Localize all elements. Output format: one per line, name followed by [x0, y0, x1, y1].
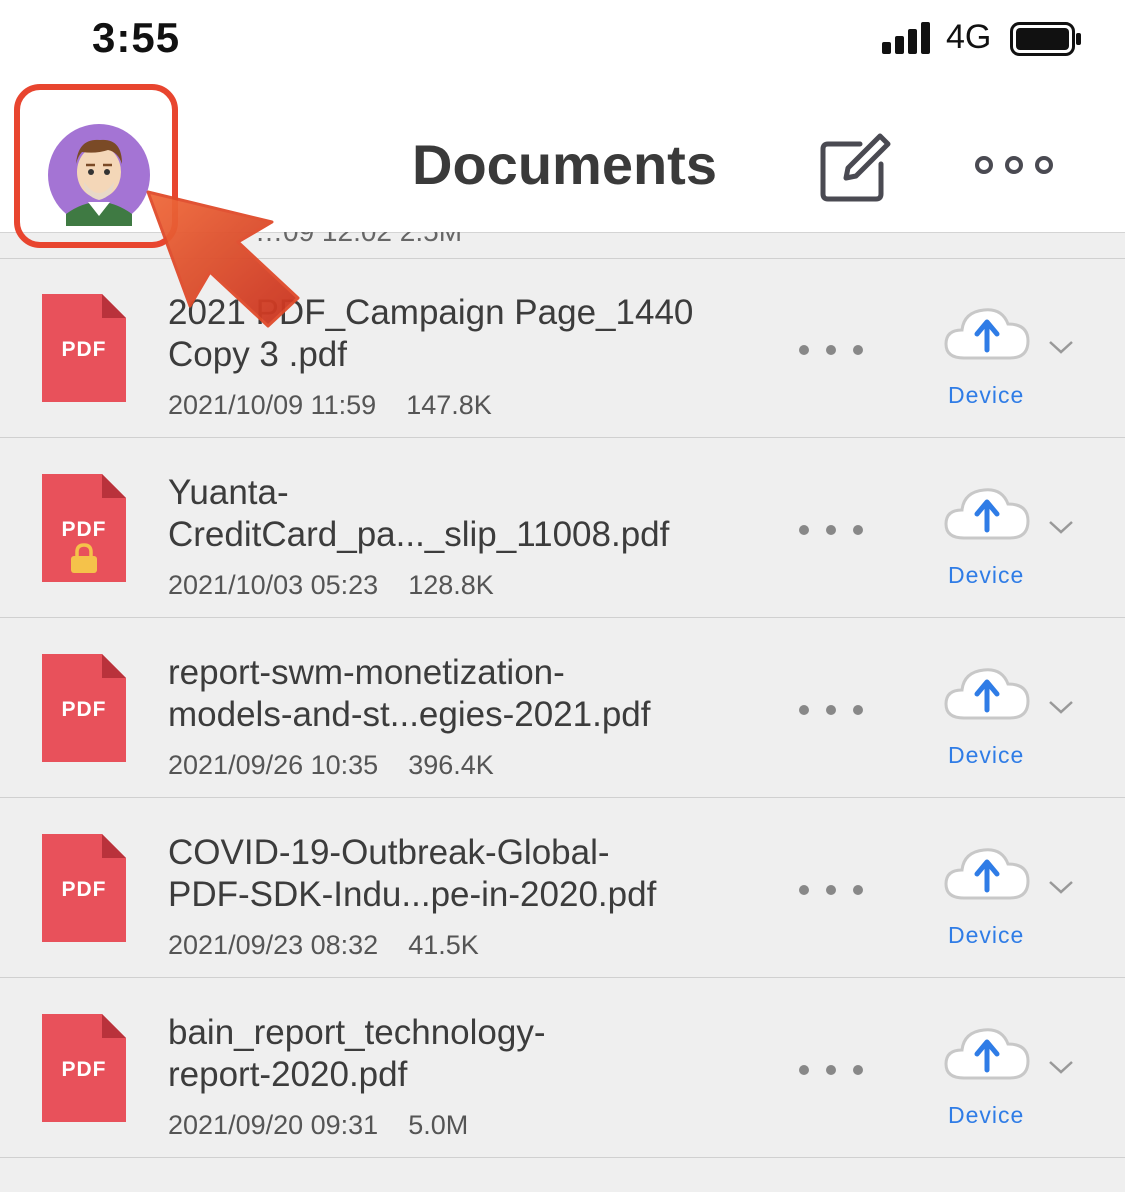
file-name: report-swm-monetization- models-and-st..…: [168, 653, 651, 734]
file-meta: 2021/09/23 08:32 41.5K: [168, 930, 479, 961]
file-date: 2021/09/20 09:31: [168, 1110, 379, 1140]
file-name: 2021 PDF_Campaign Page_1440 Copy 3 .pdf: [168, 293, 694, 374]
storage-location: Device: [948, 922, 1025, 948]
file-size: 5.0M: [408, 1110, 469, 1140]
file-row[interactable]: PDF Yuanta- CreditCard_pa..._slip_11008.…: [0, 438, 1125, 618]
file-row[interactable]: PDF report-swm-monetization- models-and-…: [0, 618, 1125, 798]
file-date: 2021/09/26 10:35: [168, 750, 379, 780]
file-meta: 2021/09/26 10:35 396.4K: [168, 750, 494, 781]
status-time: 3:55: [92, 14, 181, 61]
file-meta: 2021/09/20 09:31 5.0M: [168, 1110, 468, 1141]
row-more-icon[interactable]: [796, 342, 866, 358]
file-row[interactable]: PDF bain_report_technology- report-2020.…: [0, 978, 1125, 1158]
file-date: 2021/10/09 11:59: [168, 390, 377, 420]
file-list: PDF 2021 PDF_Campaign Page_1440 Copy 3 .…: [0, 258, 1125, 1158]
file-date: 2021/09/23 08:32: [168, 930, 379, 960]
network-type: 4G: [946, 18, 992, 56]
row-more-icon[interactable]: [796, 522, 866, 538]
file-row[interactable]: PDF 2021 PDF_Campaign Page_1440 Copy 3 .…: [0, 258, 1125, 438]
row-more-icon[interactable]: [796, 702, 866, 718]
file-meta: 2021/10/09 11:59 147.8K: [168, 390, 492, 421]
chevron-down-icon[interactable]: [1048, 338, 1074, 356]
file-date: 2021/10/03 05:23: [168, 570, 379, 600]
storage-location: Device: [948, 562, 1025, 588]
pdf-file-icon: PDF: [42, 654, 126, 762]
cloud-upload-icon[interactable]: [944, 846, 1030, 900]
pdf-file-icon: PDF: [42, 474, 126, 582]
file-size: 147.8K: [406, 390, 492, 420]
status-bar: 3:55 4G: [0, 0, 1125, 80]
nav-bar: Documents: [0, 80, 1125, 248]
file-row[interactable]: PDF COVID-19-Outbreak-Global- PDF-SDK-In…: [0, 798, 1125, 978]
pdf-file-icon: PDF: [42, 294, 126, 402]
account-button[interactable]: [14, 84, 184, 254]
file-size: 128.8K: [408, 570, 494, 600]
storage-location: Device: [948, 1102, 1025, 1128]
file-name: COVID-19-Outbreak-Global- PDF-SDK-Indu..…: [168, 833, 657, 914]
more-options-icon[interactable]: [972, 150, 1058, 180]
row-more-icon[interactable]: [796, 1062, 866, 1078]
chevron-down-icon[interactable]: [1048, 1058, 1074, 1076]
lock-icon: [71, 543, 97, 573]
battery-icon: [1010, 22, 1081, 56]
avatar: [48, 124, 150, 226]
cloud-upload-icon[interactable]: [944, 486, 1030, 540]
file-name: Yuanta- CreditCard_pa..._slip_11008.pdf: [168, 473, 670, 554]
pdf-file-icon: PDF: [42, 834, 126, 942]
cloud-upload-icon[interactable]: [944, 666, 1030, 720]
chevron-down-icon[interactable]: [1048, 518, 1074, 536]
cloud-upload-icon[interactable]: [944, 1026, 1030, 1080]
file-size: 396.4K: [408, 750, 494, 780]
signal-icon: [882, 22, 930, 54]
compose-icon[interactable]: [818, 130, 896, 204]
cloud-upload-icon[interactable]: [944, 306, 1030, 360]
storage-location: Device: [948, 742, 1025, 768]
file-name: bain_report_technology- report-2020.pdf: [168, 1013, 546, 1094]
storage-location: Device: [948, 382, 1025, 408]
row-more-icon[interactable]: [796, 882, 866, 898]
file-size: 41.5K: [408, 930, 479, 960]
chevron-down-icon[interactable]: [1048, 698, 1074, 716]
pdf-file-icon: PDF: [42, 1014, 126, 1122]
chevron-down-icon[interactable]: [1048, 878, 1074, 896]
file-meta: 2021/10/03 05:23 128.8K: [168, 570, 494, 601]
partial-meta: …09 12:02 2.5M: [255, 232, 462, 248]
partial-list-item: …09 12:02 2.5M: [0, 232, 1125, 259]
